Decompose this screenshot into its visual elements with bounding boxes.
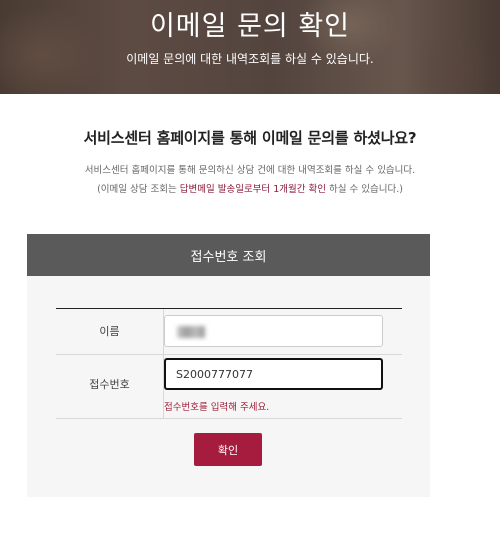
panel-header: 접수번호 조회 [27,234,430,276]
page-title: 이메일 문의 확인 [149,11,351,42]
notice-suffix: 하실 수 있습니다.) [325,184,403,195]
name-label: 이름 [99,325,120,338]
page-subtitle: 이메일 문의에 대한 내역조회를 하실 수 있습니다. [126,52,374,66]
notice-highlight: 답변메일 발송일로부터 1개월간 확인 [179,184,326,195]
receipt-number-input[interactable] [164,358,383,390]
inquiry-lookup-panel: 접수번호 조회 이름 접수번호 접수번호를 입력해 주세요. 확인 [27,234,430,497]
number-label: 접수번호 [89,378,130,391]
confirm-button[interactable]: 확인 [194,433,262,466]
intro-question: 서비스센터 홈페이지를 통해 이메일 문의를 하셨나요? [83,129,417,147]
row-divider [56,354,402,355]
validation-message: 접수번호를 입력해 주세요. [164,402,270,413]
notice-prefix: (이메일 상담 조회는 [97,184,180,195]
intro-notice: (이메일 상담 조회는 답변메일 발송일로부터 1개월간 확인 하실 수 있습니… [0,181,500,195]
name-input[interactable] [164,315,383,347]
table-top-border [56,308,402,309]
table-bottom-border [56,418,402,419]
intro-description: 서비스센터 홈페이지를 통해 문의하신 상담 건에 대한 내역조회를 하실 수 … [84,165,416,176]
hero-banner: 이메일 문의 확인 이메일 문의에 대한 내역조회를 하실 수 있습니다. [0,0,500,94]
